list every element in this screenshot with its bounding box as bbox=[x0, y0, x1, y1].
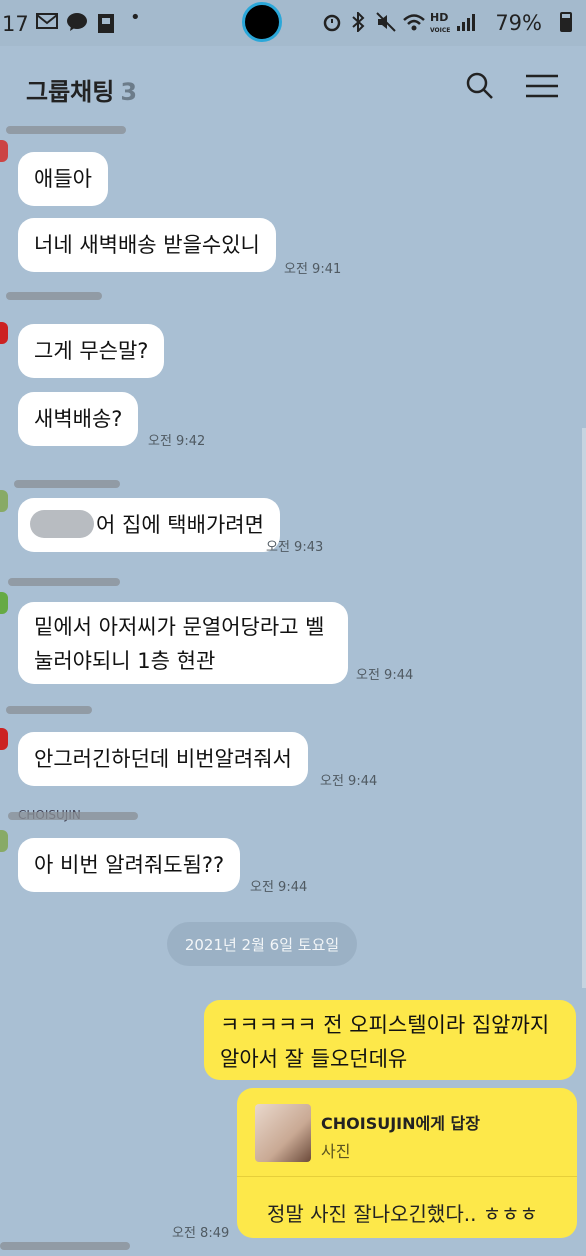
avatar bbox=[0, 830, 8, 852]
message-text: 애들아 bbox=[34, 167, 92, 191]
message-time: 오전 8:49 bbox=[172, 1226, 230, 1241]
redacted-name bbox=[0, 1242, 130, 1250]
message-time: 오전 9:41 bbox=[284, 262, 342, 277]
wifi-icon bbox=[402, 12, 426, 37]
mute-icon bbox=[376, 12, 396, 37]
signal-icon bbox=[456, 12, 476, 37]
mail-icon bbox=[36, 12, 58, 35]
alarm-icon bbox=[322, 12, 342, 37]
message-text: 너네 새벽배송 받을수있니 bbox=[34, 233, 260, 257]
menu-button[interactable] bbox=[522, 66, 562, 106]
avatar bbox=[0, 728, 8, 750]
message-bubble[interactable]: 그게 무슨말? bbox=[18, 324, 165, 378]
member-count: 3 bbox=[120, 78, 138, 106]
message-text: 어 집에 택배가려면 bbox=[96, 513, 264, 537]
message-bubble[interactable]: 너네 새벽배송 받을수있니 bbox=[18, 218, 276, 272]
reply-target: CHOISUJIN에게 답장 bbox=[321, 1114, 480, 1133]
message-time: 오전 9:44 bbox=[250, 880, 308, 895]
search-button[interactable] bbox=[460, 66, 500, 106]
reply-message-bubble[interactable]: CHOISUJIN에게 답장 사진 정말 사진 잘나오긴했다.. ㅎㅎㅎ bbox=[237, 1088, 577, 1238]
redacted-name bbox=[6, 706, 92, 714]
message-text-line: ㅋㅋㅋㅋㅋ 전 오피스텔이라 집앞까지 bbox=[220, 1013, 550, 1037]
redaction-mark bbox=[30, 510, 94, 538]
status-bar: 17 • HD VOICE 79% bbox=[0, 0, 586, 46]
chat-title: 그룹채팅 3 bbox=[26, 72, 137, 107]
bluetooth-icon bbox=[350, 10, 366, 37]
reply-divider bbox=[237, 1176, 577, 1177]
redacted-name bbox=[14, 480, 120, 488]
date-divider: 2021년 2월 6일 토요일 bbox=[167, 922, 357, 966]
message-time: 오전 9:44 bbox=[356, 668, 414, 683]
message-bubble[interactable]: 안그러긴하던데 비번알려줘서 bbox=[18, 732, 308, 786]
redacted-name bbox=[6, 126, 126, 134]
menu-icon bbox=[526, 74, 558, 98]
camera-cutout bbox=[242, 2, 282, 42]
redacted-name bbox=[8, 578, 120, 586]
avatar bbox=[0, 140, 8, 162]
message-text: 새벽배송? bbox=[34, 407, 123, 431]
reply-kind: 사진 bbox=[321, 1142, 351, 1161]
my-message-bubble[interactable]: ㅋㅋㅋㅋㅋ 전 오피스텔이라 집앞까지 알아서 잘 들오던데유 bbox=[204, 1000, 576, 1080]
message-text-line: 눌러야되니 1층 현관 bbox=[34, 649, 216, 673]
avatar bbox=[0, 490, 8, 512]
avatar bbox=[0, 592, 8, 614]
clipboard-icon bbox=[96, 12, 116, 39]
talk-icon bbox=[66, 12, 88, 37]
message-time: 오전 9:44 bbox=[320, 774, 378, 789]
message-bubble[interactable]: 애들아 bbox=[18, 152, 108, 206]
message-text: 그게 무슨말? bbox=[34, 339, 149, 363]
scrollbar[interactable] bbox=[582, 428, 586, 988]
message-time: 오전 9:43 bbox=[266, 540, 324, 555]
message-text: 안그러긴하던데 비번알려줘서 bbox=[34, 747, 292, 771]
chat-title-text: 그룹채팅 bbox=[26, 78, 115, 106]
message-bubble[interactable]: 아 비번 알려줘도됨?? bbox=[18, 838, 241, 892]
message-text-line: 알아서 잘 들오던데유 bbox=[220, 1047, 408, 1071]
battery-icon bbox=[560, 12, 572, 32]
message-text: 아 비번 알려줘도됨?? bbox=[34, 853, 225, 877]
message-bubble[interactable]: 밑에서 아저씨가 문열어당라고 벨 눌러야되니 1층 현관 bbox=[18, 602, 348, 684]
dot-icon: • bbox=[130, 7, 141, 28]
search-icon bbox=[466, 72, 493, 99]
chat-header: 그룹채팅 3 bbox=[0, 46, 586, 126]
message-text-line: 밑에서 아저씨가 문열어당라고 벨 bbox=[34, 615, 325, 639]
hd-voice-icon: HD VOICE bbox=[430, 11, 451, 34]
status-time: 17 bbox=[2, 12, 29, 36]
avatar bbox=[0, 322, 8, 344]
redacted-name bbox=[8, 812, 138, 820]
message-bubble[interactable]: 새벽배송? bbox=[18, 392, 139, 446]
reply-photo-thumbnail[interactable] bbox=[255, 1104, 311, 1162]
redacted-name bbox=[6, 292, 102, 300]
reply-text: 정말 사진 잘나오긴했다.. ㅎㅎㅎ bbox=[267, 1202, 538, 1226]
message-time: 오전 9:42 bbox=[148, 434, 206, 449]
battery-level: 79% bbox=[495, 11, 542, 35]
